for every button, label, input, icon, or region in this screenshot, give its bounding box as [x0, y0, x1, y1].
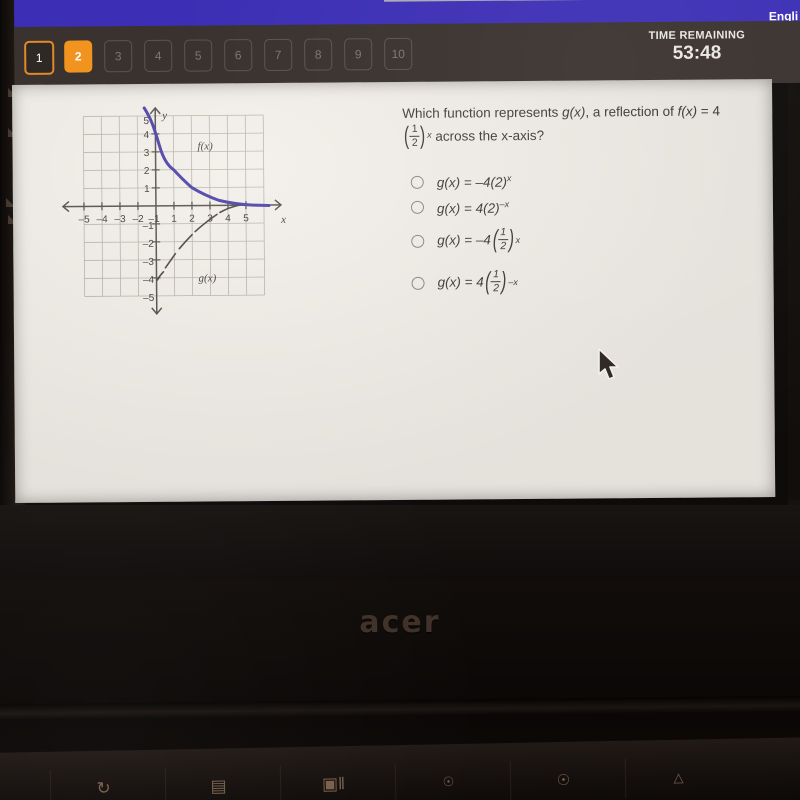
- key-overview[interactable]: ▣‖: [279, 763, 387, 800]
- question-stem: Which function represents g(x), a reflec…: [402, 101, 762, 150]
- function-graph: –5 –4 –3 –2 –1 1 2 3 4 5 5 4 3 2 1 –1 –2…: [52, 101, 294, 323]
- paren-open: (: [403, 121, 410, 150]
- fraction-numerator: 1: [411, 122, 418, 135]
- question-fraction: ( 1 2 ) x: [402, 121, 432, 150]
- svg-text:–3: –3: [114, 214, 126, 225]
- question-part-1: Which function represents: [402, 104, 563, 121]
- svg-text:–5: –5: [78, 214, 90, 225]
- question-part-4: across the x-axis?: [431, 127, 545, 144]
- question-card: –5 –4 –3 –2 –1 1 2 3 4 5 5 4 3 2 1 –1 –2…: [12, 79, 776, 503]
- option-a-label: g(x) = –4(2)x: [436, 173, 512, 191]
- question-button-3[interactable]: 3: [104, 40, 133, 73]
- svg-text:2: 2: [144, 166, 150, 177]
- svg-text:4: 4: [225, 213, 231, 224]
- graph-axes: [61, 106, 283, 316]
- x-axis-label: x: [280, 214, 286, 226]
- question-button-10[interactable]: 10: [384, 37, 413, 71]
- laptop-screen: Engli 1 2 3 4 5 6 7 8 9 10 TIME REMAININ…: [0, 0, 800, 505]
- svg-text:–1: –1: [143, 221, 155, 232]
- option-c[interactable]: g(x) = –4 ( 12 ) x: [411, 225, 751, 254]
- graph-label-f: f(x): [197, 140, 213, 152]
- key-brightness-up[interactable]: ☉: [509, 758, 617, 800]
- question-button-6[interactable]: 6: [224, 39, 253, 72]
- fraction-exponent: x: [427, 130, 432, 141]
- question-fx: f(x): [677, 103, 698, 119]
- paren-close: ): [420, 121, 426, 150]
- question-button-2[interactable]: 2: [64, 40, 93, 73]
- radio-button-b[interactable]: [410, 201, 425, 215]
- graph-svg: –5 –4 –3 –2 –1 1 2 3 4 5 5 4 3 2 1 –1 –2…: [61, 106, 286, 316]
- question-button-4[interactable]: 4: [144, 39, 173, 72]
- svg-text:3: 3: [144, 148, 150, 159]
- timer: TIME REMAINING 53:48: [649, 29, 746, 65]
- svg-text:1: 1: [171, 214, 177, 225]
- screen-glare-strip: [383, 0, 800, 2]
- option-c-label: g(x) = –4 ( 12 ) x: [437, 225, 521, 254]
- svg-text:2: 2: [189, 214, 195, 225]
- svg-text:–5: –5: [143, 293, 155, 304]
- svg-text:4: 4: [144, 130, 150, 141]
- svg-text:5: 5: [243, 213, 249, 224]
- graph-label-g: g(x): [198, 272, 216, 284]
- svg-text:–2: –2: [143, 239, 155, 250]
- fraction-denominator: 2: [411, 136, 418, 149]
- key-volume[interactable]: △: [624, 756, 732, 799]
- question-button-1[interactable]: 1: [24, 40, 55, 75]
- fraction-half: 1 2: [409, 122, 420, 149]
- option-a[interactable]: g(x) = –4(2)x: [410, 171, 751, 191]
- question-button-8[interactable]: 8: [304, 38, 333, 71]
- mouse-cursor: [597, 348, 623, 384]
- acer-brand-logo: acer: [359, 605, 441, 640]
- question-part-3: = 4: [697, 103, 721, 119]
- radio-button-d[interactable]: [411, 276, 425, 290]
- key-reload[interactable]: ↻: [49, 767, 157, 800]
- question-text-block: Which function represents g(x), a reflec…: [402, 101, 762, 150]
- graph-axis-names: y x: [161, 110, 286, 226]
- y-axis-label: y: [161, 110, 167, 122]
- key-brightness-down[interactable]: ☉: [394, 761, 502, 800]
- question-gx: g(x): [561, 104, 586, 120]
- question-button-7[interactable]: 7: [264, 38, 293, 72]
- chromeos-shelf: Sign out: [0, 505, 800, 580]
- key-fullscreen[interactable]: ▤: [164, 765, 272, 800]
- curve-f-of-x: [142, 106, 271, 207]
- question-button-5[interactable]: 5: [184, 39, 213, 72]
- timer-value: 53:48: [672, 42, 722, 64]
- option-d-label: g(x) = 4 ( 12 ) –x: [437, 267, 518, 296]
- laptop-photo: acer ↻ ▤ ▣‖ ☉ ☉ △ Engli 1 2 3 4 5 6 7 8: [0, 0, 800, 800]
- option-b[interactable]: g(x) = 4(2)–x: [410, 197, 751, 216]
- svg-text:–4: –4: [96, 214, 108, 225]
- option-d[interactable]: g(x) = 4 ( 12 ) –x: [411, 267, 751, 296]
- option-b-label: g(x) = 4(2)–x: [436, 198, 510, 216]
- question-button-9[interactable]: 9: [344, 38, 373, 71]
- answer-options: g(x) = –4(2)x g(x) = 4(2)–x g(x) = –4 ( …: [410, 171, 752, 296]
- radio-button-a[interactable]: [410, 175, 424, 189]
- question-part-2: , a reflection of: [585, 103, 678, 120]
- timer-label: TIME REMAINING: [648, 29, 746, 43]
- radio-button-c[interactable]: [411, 234, 425, 248]
- svg-text:–4: –4: [143, 275, 155, 286]
- svg-text:–3: –3: [143, 257, 155, 268]
- svg-text:1: 1: [144, 184, 150, 195]
